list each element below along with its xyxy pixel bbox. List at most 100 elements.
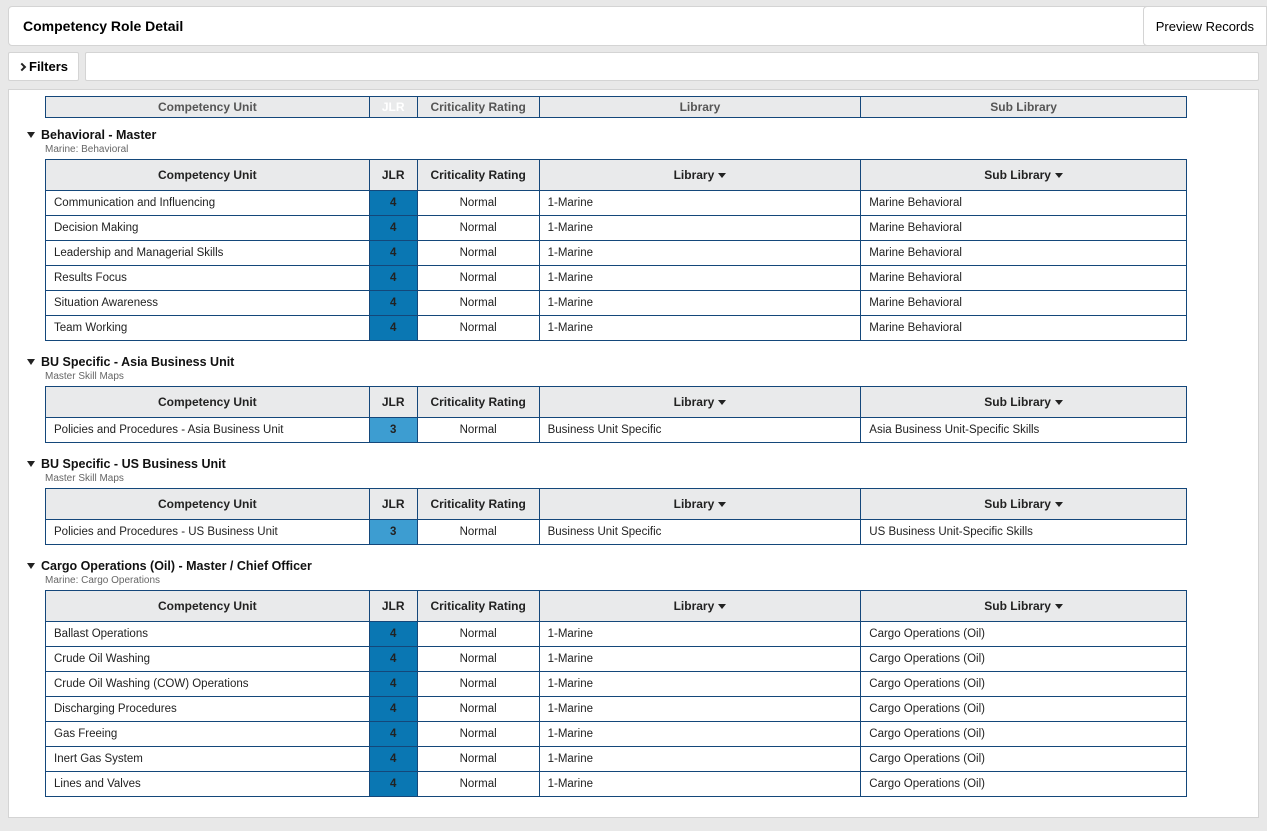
cell-criticality: Normal [417,622,539,647]
cell-jlr: 4 [369,241,417,266]
table-row[interactable]: Gas Freeing4Normal1-MarineCargo Operatio… [46,722,1187,747]
caret-down-icon [27,132,35,138]
cell-jlr: 4 [369,772,417,797]
caret-down-icon [27,359,35,365]
col-header-library-label: Library [674,168,715,182]
table-row[interactable]: Lines and Valves4Normal1-MarineCargo Ope… [46,772,1187,797]
cell-sub-library: Cargo Operations (Oil) [861,747,1187,772]
table-row[interactable]: Situation Awareness4Normal1-MarineMarine… [46,291,1187,316]
cell-sub-library: Marine Behavioral [861,241,1187,266]
group-header[interactable]: Cargo Operations (Oil) - Master / Chief … [23,559,1258,573]
table-header-row: Competency Unit JLR Criticality Rating Libr… [46,489,1187,520]
col-header-unit[interactable]: Competency Unit [46,160,370,191]
cell-jlr: 3 [369,520,417,545]
cell-jlr: 4 [369,266,417,291]
cell-sub-library: Marine Behavioral [861,316,1187,341]
caret-down-icon [27,461,35,467]
cell-criticality: Normal [417,241,539,266]
col-header-sub-library-label: Sub Library [984,168,1051,182]
cell-unit: Results Focus [46,266,370,291]
col-header-criticality[interactable]: Criticality Rating [417,489,539,520]
col-header-jlr-label: JLR [382,497,405,511]
cell-unit: Gas Freeing [46,722,370,747]
col-header-jlr[interactable]: JLR [369,387,417,418]
partial-col-lib: Library [539,97,861,118]
group-header[interactable]: Behavioral - Master [23,128,1258,142]
col-header-library[interactable]: Library [539,160,861,191]
col-header-sub-library[interactable]: Sub Library [861,387,1187,418]
cell-criticality: Normal [417,266,539,291]
table-row[interactable]: Policies and Procedures - Asia Business … [46,418,1187,443]
group-block: Cargo Operations (Oil) - Master / Chief … [23,559,1258,797]
chevron-down-icon [718,400,726,405]
chevron-down-icon [1055,604,1063,609]
cell-sub-library: Cargo Operations (Oil) [861,672,1187,697]
cell-criticality: Normal [417,647,539,672]
cell-jlr: 4 [369,722,417,747]
cell-library: 1-Marine [539,722,861,747]
col-header-sub-library-label: Sub Library [984,599,1051,613]
col-header-library-label: Library [674,395,715,409]
cell-criticality: Normal [417,672,539,697]
table-header-row: Competency UnitJLRCriticality Rating Libr… [46,387,1187,418]
col-header-library[interactable]: Library [539,387,861,418]
col-header-sub-library[interactable]: Sub Library [861,160,1187,191]
table-row[interactable]: Crude Oil Washing (COW) Operations4Norma… [46,672,1187,697]
col-header-library[interactable]: Library [539,591,861,622]
partial-header-row: Competency Unit JLR Criticality Rating L… [46,97,1187,118]
cell-library: Business Unit Specific [539,520,861,545]
cell-jlr: 3 [369,418,417,443]
cell-unit: Communication and Influencing [46,191,370,216]
partial-col-sublib: Sub Library [861,97,1187,118]
filters-button[interactable]: Filters [8,52,79,81]
cell-unit: Situation Awareness [46,291,370,316]
chevron-down-icon [1055,400,1063,405]
col-header-jlr[interactable]: JLR [369,591,417,622]
cell-unit: Crude Oil Washing [46,647,370,672]
cell-unit: Crude Oil Washing (COW) Operations [46,672,370,697]
cell-unit: Decision Making [46,216,370,241]
col-header-unit[interactable]: Competency Unit [46,489,370,520]
col-header-unit[interactable]: Competency Unit [46,387,370,418]
group-header[interactable]: BU Specific - Asia Business Unit [23,355,1258,369]
table-row[interactable]: Results Focus4Normal1-MarineMarine Behav… [46,266,1187,291]
group-subtitle: Master Skill Maps [45,371,1258,382]
col-header-criticality[interactable]: Criticality Rating [417,387,539,418]
cell-jlr: 4 [369,291,417,316]
col-header-criticality-label: Criticality Rating [430,497,525,511]
col-header-library[interactable]: Library [539,489,861,520]
cell-unit: Ballast Operations [46,622,370,647]
cell-library: 1-Marine [539,266,861,291]
table-row[interactable]: Decision Making4Normal1-MarineMarine Beh… [46,216,1187,241]
cell-criticality: Normal [417,316,539,341]
cell-jlr: 4 [369,316,417,341]
table-row[interactable]: Crude Oil Washing4Normal1-MarineCargo Op… [46,647,1187,672]
col-header-criticality[interactable]: Criticality Rating [417,160,539,191]
table-row[interactable]: Inert Gas System4Normal1-MarineCargo Ope… [46,747,1187,772]
col-header-library-label: Library [674,497,715,511]
table-row[interactable]: Policies and Procedures - US Business Un… [46,520,1187,545]
cell-library: 1-Marine [539,747,861,772]
table-row[interactable]: Discharging Procedures4Normal1-MarineCar… [46,697,1187,722]
col-header-unit[interactable]: Competency Unit [46,591,370,622]
table-row[interactable]: Ballast Operations4Normal1-MarineCargo O… [46,622,1187,647]
page-title: Competency Role Detail [23,18,183,34]
col-header-jlr[interactable]: JLR [369,160,417,191]
cell-library: 1-Marine [539,316,861,341]
table-row[interactable]: Leadership and Managerial Skills4Normal1… [46,241,1187,266]
col-header-sub-library[interactable]: Sub Library [861,591,1187,622]
preview-records-button[interactable]: Preview Records [1143,6,1267,46]
chevron-down-icon [718,604,726,609]
cell-sub-library: Marine Behavioral [861,266,1187,291]
group-block: Behavioral - MasterMarine: BehavioralCom… [23,128,1258,341]
col-header-sub-library[interactable]: Sub Library [861,489,1187,520]
cell-library: 1-Marine [539,697,861,722]
table-row[interactable]: Team Working4Normal1-MarineMarine Behavi… [46,316,1187,341]
cell-unit: Discharging Procedures [46,697,370,722]
table-row[interactable]: Communication and Influencing4Normal1-Ma… [46,191,1187,216]
filters-input[interactable] [85,52,1259,81]
cell-jlr: 4 [369,191,417,216]
col-header-jlr[interactable]: JLR [369,489,417,520]
col-header-criticality[interactable]: Criticality Rating [417,591,539,622]
group-header[interactable]: BU Specific - US Business Unit [23,457,1258,471]
